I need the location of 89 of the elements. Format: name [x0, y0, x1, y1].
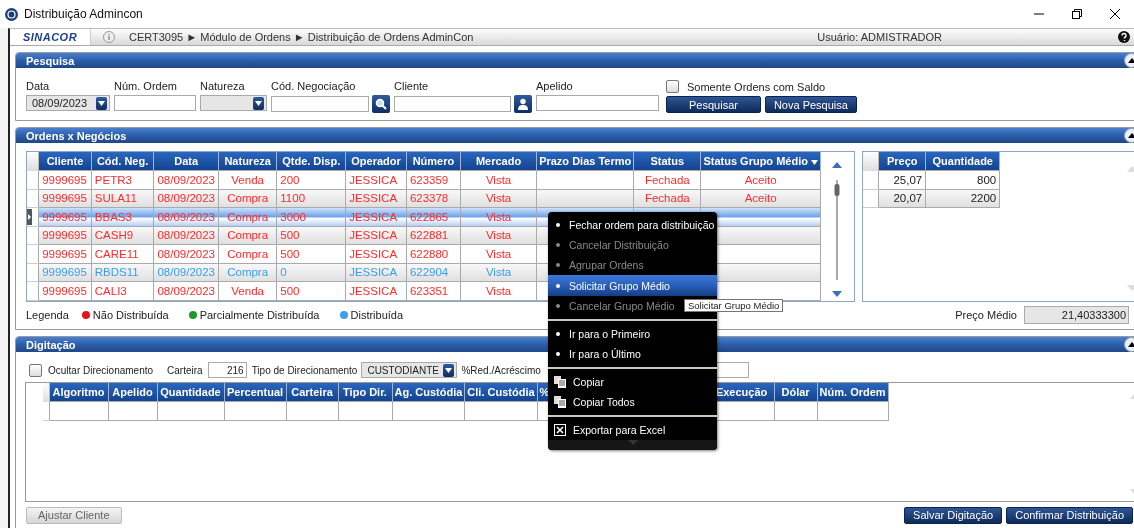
table-cell: 3000 — [276, 207, 346, 226]
table-cell: JESSICA — [345, 244, 407, 263]
table-cell: Vista — [460, 244, 537, 263]
table-cell: JESSICA — [345, 263, 407, 282]
window-title: Distribuição Admincon — [24, 7, 144, 21]
legend-text: Não Distribuída — [92, 309, 169, 321]
table-cell: JESSICA — [345, 170, 407, 189]
table-cell: 9999695 — [38, 189, 92, 208]
logo: SINACOR — [10, 29, 91, 45]
table-cell: 08/09/2023 — [153, 170, 219, 189]
table-cell: 200 — [276, 170, 346, 189]
table-cell: JESSICA — [345, 226, 407, 245]
field-label: Preço Médio — [955, 309, 1017, 321]
table-cell: Vista — [460, 207, 537, 226]
table-cell: 08/09/2023 — [153, 207, 219, 226]
table-cell: Compra — [218, 189, 277, 208]
table-cell: 500 — [276, 244, 346, 263]
table-cell: Venda — [218, 281, 277, 300]
table-cell: Vista — [460, 226, 537, 245]
field-label: Núm. Ordem — [114, 80, 178, 92]
field-label: Apelido — [536, 80, 574, 92]
table-cell: Aceito — [700, 189, 821, 208]
table-cell: JESSICA — [345, 281, 407, 300]
table-cell: 622904 — [406, 263, 461, 282]
breadcrumb: CERT3095 ► Módulo de Ordens ► Distribuição de Ordens AdminCon — [129, 31, 475, 43]
table-cell: JESSICA — [345, 189, 407, 208]
table-cell: Aceito — [700, 170, 821, 189]
table-cell: 20,07 — [878, 189, 926, 208]
field-label: Cliente — [394, 80, 430, 92]
table-cell: 25,07 — [878, 170, 926, 189]
table-cell: 9999695 — [38, 244, 92, 263]
panel-title: Pesquisa — [25, 54, 75, 67]
legend-text: Parcialmente Distribuída — [199, 309, 320, 321]
table-cell: 622880 — [406, 244, 461, 263]
table-cell: 2200 — [925, 189, 1000, 208]
user-label: Usuário: ADMISTRADOR — [817, 31, 942, 43]
table-cell: 500 — [276, 226, 346, 245]
table-cell: 08/09/2023 — [153, 244, 219, 263]
table-cell: Vista — [460, 263, 537, 282]
legend-text: Distribuída — [350, 309, 404, 321]
field-label: %Red./Acréscimo — [461, 364, 541, 376]
table-cell: 500 — [276, 281, 346, 300]
table-cell: 0 — [276, 263, 346, 282]
table-cell: CARE11 — [91, 244, 154, 263]
table-cell: 08/09/2023 — [153, 189, 219, 208]
table-cell: SULA11 — [91, 189, 154, 208]
legend-label: Legenda — [26, 309, 69, 321]
table-cell: Compra — [218, 263, 277, 282]
table-cell: 622881 — [406, 226, 461, 245]
table-cell: 1100 — [276, 189, 346, 208]
checkbox-label: Ocultar Direcionamento — [48, 364, 154, 376]
table-cell: CASH9 — [91, 226, 154, 245]
table-cell: 9999695 — [38, 263, 92, 282]
table-cell: 623351 — [406, 281, 461, 300]
table-cell: BBAS3 — [91, 207, 154, 226]
table-cell: Fechada — [633, 170, 701, 189]
checkbox-label: Somente Ordens com Saldo — [687, 80, 826, 93]
field-label: Carteira — [167, 364, 203, 376]
average-price-field: 21,40333300 — [1024, 306, 1129, 324]
table-cell: 08/09/2023 — [153, 281, 219, 300]
table-cell: Compra — [218, 207, 277, 226]
table-cell: 623378 — [406, 189, 461, 208]
table-cell: Fechada — [633, 189, 701, 208]
table-cell: 9999695 — [38, 281, 92, 300]
table-cell: Compra — [218, 244, 277, 263]
table-cell: 800 — [925, 170, 1000, 189]
table-cell: 9999695 — [38, 207, 92, 226]
table-cell: RBDS11 — [91, 263, 154, 282]
table-cell: PETR3 — [91, 170, 154, 189]
table-cell: Vista — [460, 170, 537, 189]
field-label: Data — [26, 80, 51, 92]
table-cell: Compra — [218, 226, 277, 245]
field-label: Natureza — [200, 80, 246, 92]
table-cell: 622865 — [406, 207, 461, 226]
table-cell: Vista — [460, 281, 537, 300]
table-cell: CALI3 — [91, 281, 154, 300]
table-cell: 9999695 — [38, 226, 92, 245]
table-cell: 9999695 — [38, 170, 92, 189]
table-cell: 623359 — [406, 170, 461, 189]
panel-title: Ordens x Negócios — [25, 129, 127, 142]
field-label: Tipo de Direcionamento — [251, 364, 358, 376]
table-cell: JESSICA — [345, 207, 407, 226]
table-cell: Vista — [460, 189, 537, 208]
table-cell: 08/09/2023 — [153, 226, 219, 245]
table-cell: Venda — [218, 170, 277, 189]
panel-title: Digitação — [25, 338, 76, 351]
tooltip: Solicitar Grupo Médio — [684, 299, 784, 312]
table-cell: 08/09/2023 — [153, 263, 219, 282]
field-label: Cód. Negociação — [271, 80, 357, 92]
